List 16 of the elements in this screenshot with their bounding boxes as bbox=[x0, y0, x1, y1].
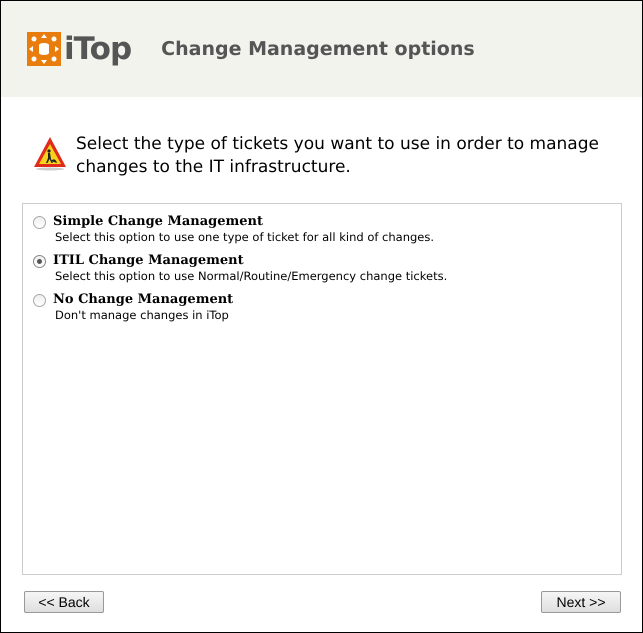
instruction-text: Select the type of tickets you want to use in order to manage changes to the IT infrastructure. bbox=[76, 133, 600, 179]
back-button[interactable]: << Back bbox=[24, 591, 104, 613]
next-button[interactable]: Next >> bbox=[541, 591, 621, 613]
option-description: Select this option to use one type of ticket for all kind of changes. bbox=[55, 230, 434, 244]
option-label: No Change Management bbox=[53, 292, 234, 307]
warning-sign-icon bbox=[32, 135, 68, 171]
page-title: Change Management options bbox=[161, 38, 475, 60]
logo-icon bbox=[27, 32, 61, 66]
option-description: Don't manage changes in iTop bbox=[55, 308, 230, 322]
logo-text: iTop bbox=[64, 31, 132, 67]
option-label: ITIL Change Management bbox=[53, 253, 245, 268]
option-description: Select this option to use Normal/Routine/Emergency change tickets. bbox=[55, 269, 448, 283]
option-label: Simple Change Management bbox=[53, 214, 264, 229]
radio-button[interactable] bbox=[33, 294, 46, 307]
radio-button[interactable] bbox=[33, 255, 46, 268]
radio-button[interactable] bbox=[33, 216, 46, 229]
